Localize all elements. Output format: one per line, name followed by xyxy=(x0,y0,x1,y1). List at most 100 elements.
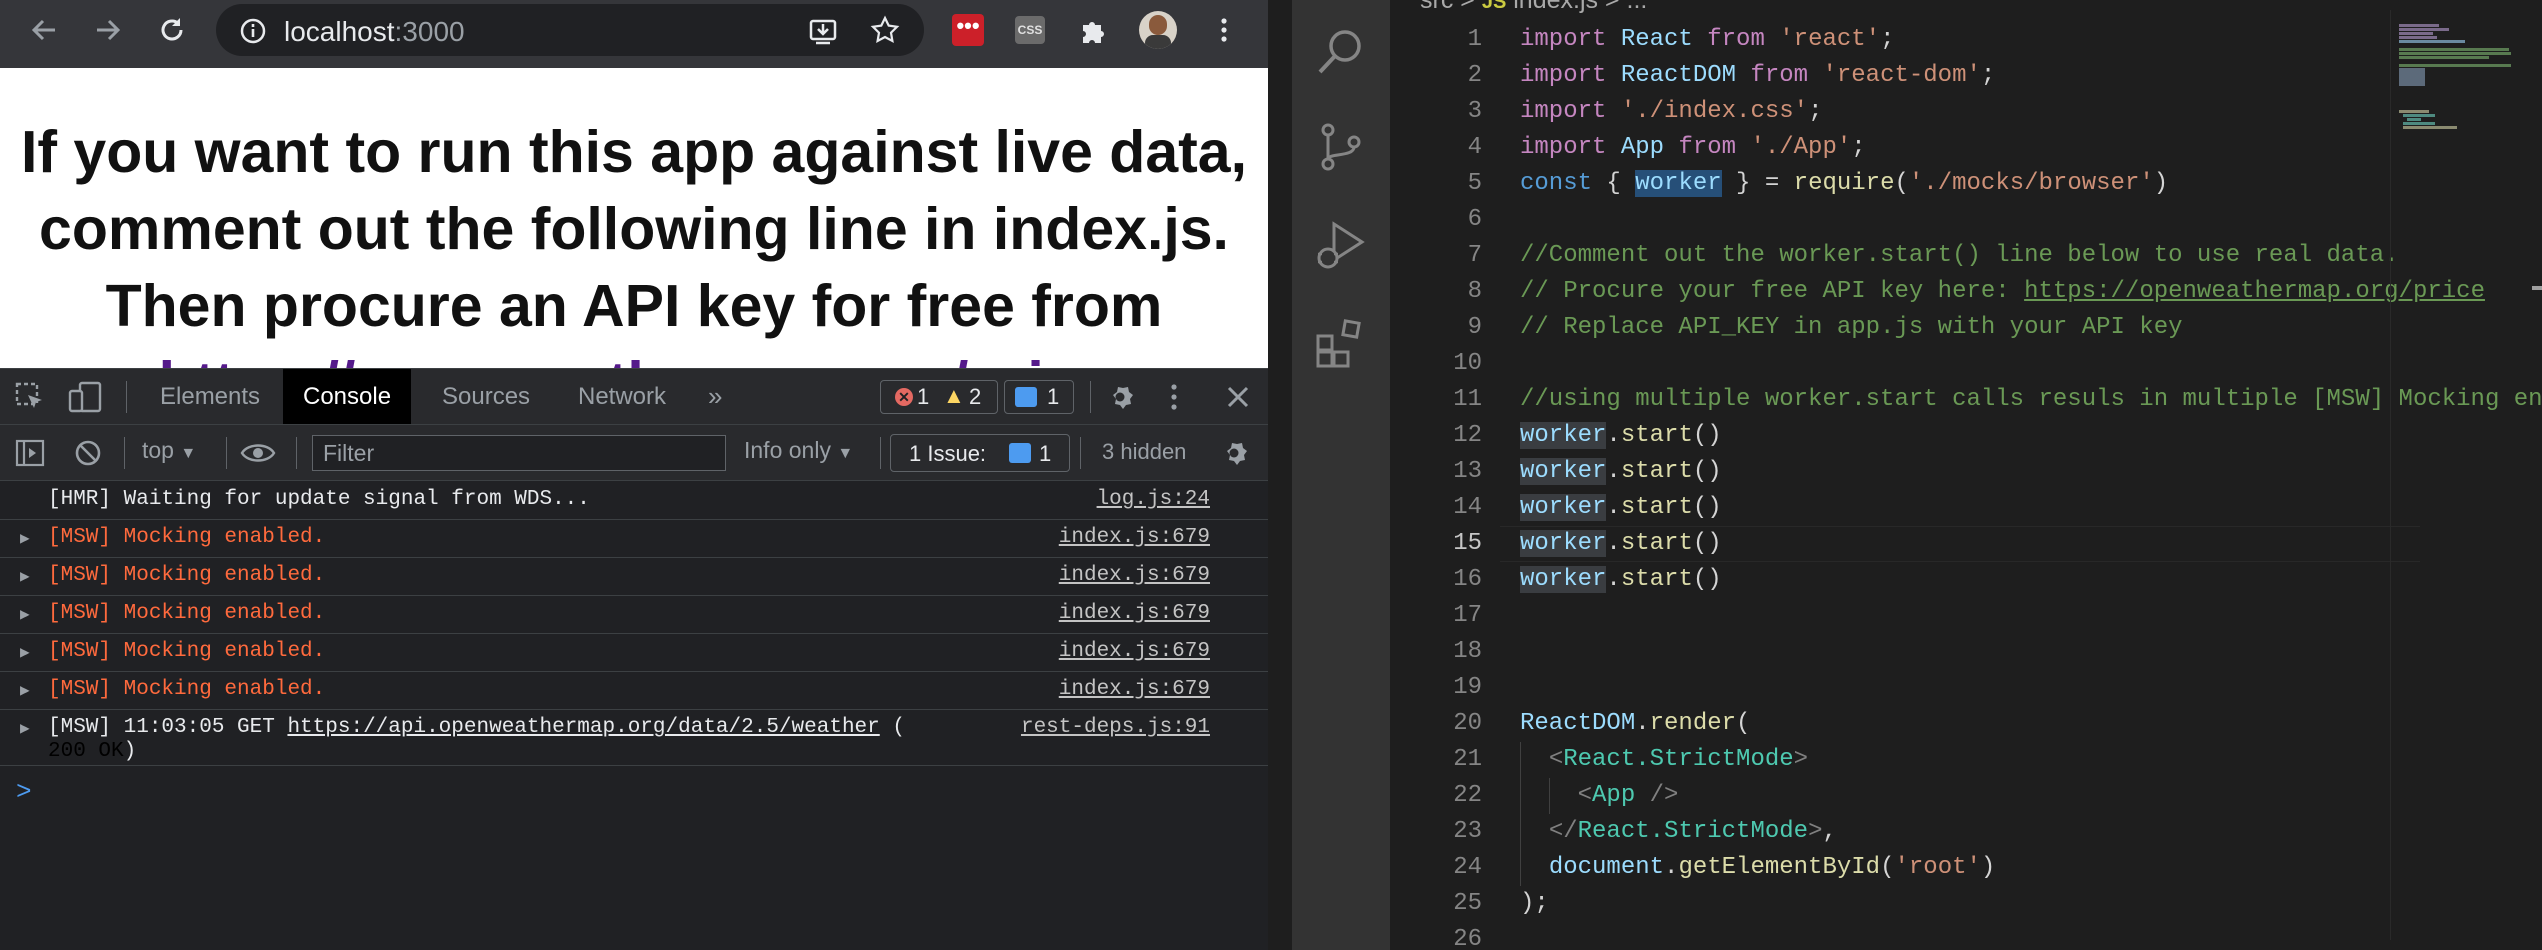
css-extension[interactable]: CSS xyxy=(1010,10,1050,50)
clear-console-icon[interactable] xyxy=(72,437,104,469)
issue-message-icon xyxy=(1009,443,1031,463)
console-source-link[interactable]: log.js:24 xyxy=(1097,488,1210,511)
console-row[interactable]: ▶ [MSW] Mocking enabled. index.js:679 xyxy=(0,520,1268,558)
search-icon[interactable] xyxy=(1314,24,1368,78)
profile-button[interactable] xyxy=(1138,10,1178,50)
line-number: 10 xyxy=(1453,350,1482,377)
hidden-count: 3 hidden xyxy=(1102,439,1187,464)
customize-menu-icon[interactable] xyxy=(1164,381,1184,413)
console-source-link[interactable]: index.js:679 xyxy=(1059,678,1210,701)
expand-arrow-icon[interactable]: ▶ xyxy=(20,528,30,548)
console-settings-gear-icon[interactable] xyxy=(1218,437,1250,469)
divider xyxy=(296,437,297,469)
pricing-link[interactable]: https://openweathermap.org/price xyxy=(159,350,1110,368)
error-count: 1 xyxy=(917,384,930,409)
line-number: 14 xyxy=(1453,494,1482,521)
tab-elements[interactable]: Elements xyxy=(160,369,260,424)
expand-arrow-icon[interactable]: ▶ xyxy=(20,566,30,586)
console-source-link[interactable]: index.js:679 xyxy=(1059,640,1210,663)
console-toolbar: top ▼ Info only ▼ 1 Issue: 1 3 hidden xyxy=(0,425,1268,481)
live-expression-eye-icon[interactable] xyxy=(240,439,276,467)
net-url-link[interactable]: https://api.openweathermap.org/data/2.5/… xyxy=(287,716,879,739)
console-source-link[interactable]: index.js:679 xyxy=(1059,564,1210,587)
line-number: 2 xyxy=(1467,62,1482,89)
console-row[interactable]: ▶ [MSW] Mocking enabled. index.js:679 xyxy=(0,672,1268,710)
reload-button[interactable] xyxy=(152,10,192,50)
message-badge[interactable]: 1 xyxy=(1004,380,1074,414)
expand-arrow-icon[interactable]: ▶ xyxy=(20,604,30,624)
console-row-network[interactable]: ▶ [MSW] 11:03:05 GET https://api.openwea… xyxy=(0,710,1268,766)
console-row[interactable]: ▶ [MSW] Mocking enabled. index.js:679 xyxy=(0,558,1268,596)
console-row[interactable]: ▶ [MSW] Mocking enabled. index.js:679 xyxy=(0,634,1268,672)
line-number: 22 xyxy=(1453,782,1482,809)
back-button[interactable] xyxy=(24,10,64,50)
reload-icon xyxy=(161,18,183,41)
puzzle-icon xyxy=(1083,22,1104,43)
console-message: [MSW] 11:03:05 GET https://api.openweath… xyxy=(48,716,905,739)
line-number: 4 xyxy=(1467,134,1482,161)
console-filter-input[interactable] xyxy=(312,435,726,471)
console-source-link[interactable]: index.js:679 xyxy=(1059,526,1210,549)
console-row[interactable]: ▶ [MSW] Mocking enabled. index.js:679 xyxy=(0,596,1268,634)
line-number: 6 xyxy=(1467,206,1482,233)
console-prompt[interactable]: > xyxy=(16,777,32,807)
tab-console[interactable]: Console xyxy=(283,369,412,424)
dropdown-caret-icon: ▼ xyxy=(837,445,854,462)
avatar xyxy=(1139,11,1177,49)
kebab-menu-icon xyxy=(1221,18,1227,42)
net-paren: ( xyxy=(879,716,905,739)
inspect-element-icon[interactable] xyxy=(14,381,46,413)
message-icon xyxy=(1015,387,1037,407)
bookmark-star-icon[interactable] xyxy=(870,15,900,45)
line-number: 1 xyxy=(1467,26,1482,53)
console-source-link[interactable]: index.js:679 xyxy=(1059,602,1210,625)
source-control-icon[interactable] xyxy=(1314,120,1368,174)
more-tabs-button[interactable]: » xyxy=(708,369,722,424)
console-row: [HMR] Waiting for update signal from WDS… xyxy=(0,482,1268,520)
settings-gear-icon[interactable] xyxy=(1104,381,1136,413)
dropdown-caret-icon: ▼ xyxy=(180,445,197,462)
breadcrumb-file[interactable]: index.js xyxy=(1513,0,1598,14)
code-editor[interactable]: import React from 'react'; import ReactD… xyxy=(1500,22,2542,950)
install-app-icon[interactable] xyxy=(808,16,838,46)
activity-bar xyxy=(1292,0,1390,950)
issues-button[interactable]: 1 Issue: 1 xyxy=(890,434,1070,472)
line-number: 19 xyxy=(1453,674,1482,701)
tab-network[interactable]: Network xyxy=(578,369,666,424)
console-source-link[interactable]: rest-deps.js:91 xyxy=(1021,716,1210,739)
forward-button[interactable] xyxy=(88,10,128,50)
tab-sources[interactable]: Sources xyxy=(442,369,530,424)
expand-arrow-icon[interactable]: ▶ xyxy=(20,718,30,738)
line-number: 8 xyxy=(1467,278,1482,305)
expand-arrow-icon[interactable]: ▶ xyxy=(20,642,30,662)
log-levels-dropdown[interactable]: Info only ▼ xyxy=(744,437,853,464)
context-selector[interactable]: top ▼ xyxy=(142,437,196,464)
line-number: 16 xyxy=(1453,566,1482,593)
line-number: 3 xyxy=(1467,98,1482,125)
code-line: worker.start() xyxy=(1520,458,1722,485)
breadcrumb-folder[interactable]: src xyxy=(1420,0,1453,14)
password-manager-extension[interactable]: ••• xyxy=(948,10,988,50)
close-devtools-icon[interactable] xyxy=(1224,383,1252,411)
sidebar-toggle-icon[interactable] xyxy=(14,437,46,469)
chevron-right-icon: > xyxy=(1460,0,1482,14)
extensions-icon[interactable] xyxy=(1314,316,1368,370)
breadcrumb-symbol[interactable]: ... xyxy=(1627,0,1648,14)
divider xyxy=(126,381,127,413)
minimap[interactable] xyxy=(2390,10,2540,940)
extensions-button[interactable] xyxy=(1074,10,1114,50)
divider xyxy=(226,437,227,469)
chrome-menu-button[interactable] xyxy=(1204,10,1244,50)
code-line: worker.start() xyxy=(1520,422,1722,449)
issues-label: 1 Issue: xyxy=(909,441,987,466)
issue-badges[interactable]: ✕ 1 ▲ 2 xyxy=(880,380,998,414)
expand-arrow-icon[interactable]: ▶ xyxy=(20,680,30,700)
divider xyxy=(880,437,881,469)
run-debug-icon[interactable] xyxy=(1314,218,1368,272)
address-bar[interactable]: localhost:3000 xyxy=(216,4,924,56)
browser-window: localhost:3000 ••• CSS If you want to ru… xyxy=(0,0,1268,950)
device-toolbar-icon[interactable] xyxy=(68,381,102,413)
